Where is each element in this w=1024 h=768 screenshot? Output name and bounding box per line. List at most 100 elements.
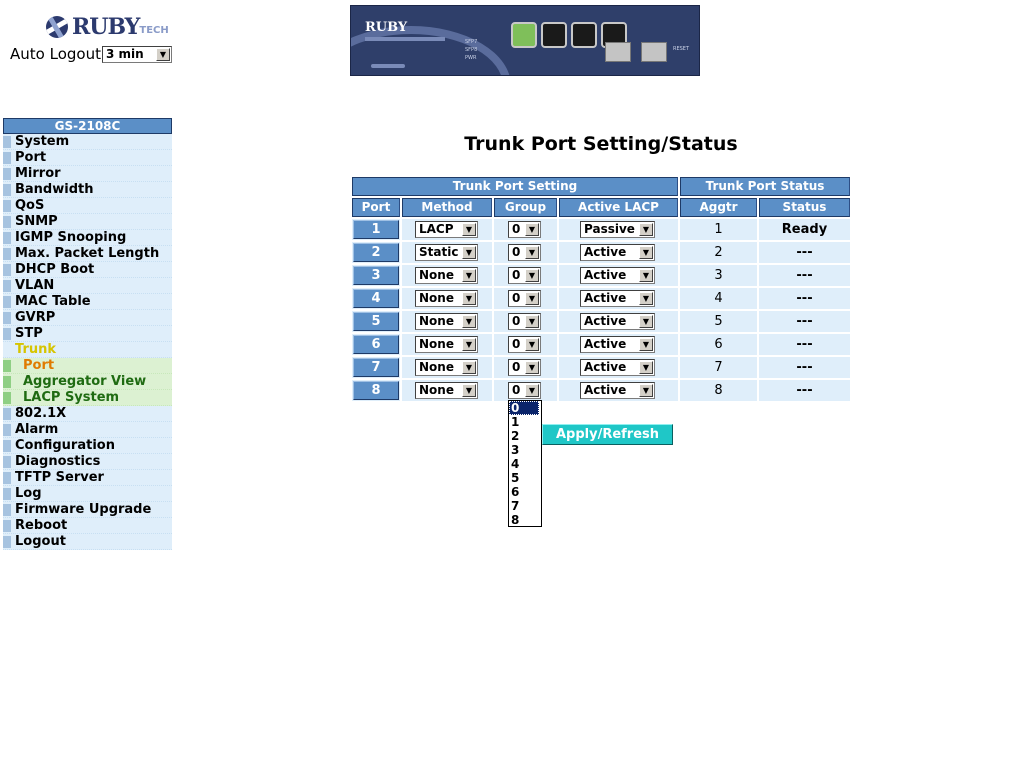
active-lacp-select[interactable]: Active ▼ xyxy=(580,382,655,399)
port-number-button[interactable]: 6 xyxy=(353,335,399,354)
port-number-button[interactable]: 5 xyxy=(353,312,399,331)
dropdown-option[interactable]: 0 xyxy=(509,401,539,415)
group-select[interactable]: 0 ▼ xyxy=(508,382,541,399)
group-select[interactable]: 0 ▼ xyxy=(508,313,541,330)
chevron-down-icon[interactable]: ▼ xyxy=(525,223,539,236)
group-select[interactable]: 0 ▼ xyxy=(508,359,541,376)
sidebar-item-mac-table[interactable]: MAC Table xyxy=(3,294,172,310)
method-select[interactable]: None ▼ xyxy=(415,336,478,353)
sidebar-item-max-packet-length[interactable]: Max. Packet Length xyxy=(3,246,172,262)
dropdown-option[interactable]: 5 xyxy=(509,471,541,485)
method-select[interactable]: None ▼ xyxy=(415,359,478,376)
chevron-down-icon[interactable]: ▼ xyxy=(525,246,539,259)
dropdown-option[interactable]: 1 xyxy=(509,415,541,429)
sidebar-item-bandwidth[interactable]: Bandwidth xyxy=(3,182,172,198)
active-lacp-select[interactable]: Active ▼ xyxy=(580,313,655,330)
chevron-down-icon[interactable]: ▼ xyxy=(462,315,476,328)
method-select[interactable]: LACP ▼ xyxy=(415,221,478,238)
group-select[interactable]: 0 ▼ xyxy=(508,336,541,353)
chevron-down-icon[interactable]: ▼ xyxy=(462,246,476,259)
group-select[interactable]: 0 ▼ xyxy=(508,244,541,261)
active-lacp-select[interactable]: Active ▼ xyxy=(580,290,655,307)
chevron-down-icon[interactable]: ▼ xyxy=(639,246,653,259)
chevron-down-icon[interactable]: ▼ xyxy=(155,47,170,61)
chevron-down-icon[interactable]: ▼ xyxy=(462,361,476,374)
active-lacp-select[interactable]: Active ▼ xyxy=(580,359,655,376)
sidebar-item-stp[interactable]: STP xyxy=(3,326,172,342)
chevron-down-icon[interactable]: ▼ xyxy=(462,269,476,282)
sidebar-item-snmp[interactable]: SNMP xyxy=(3,214,172,230)
group-select[interactable]: 0 ▼ xyxy=(508,221,541,238)
auto-logout-select[interactable]: 3 min ▼ xyxy=(101,45,172,63)
chevron-down-icon[interactable]: ▼ xyxy=(462,384,476,397)
sidebar-item-firmware-upgrade[interactable]: Firmware Upgrade xyxy=(3,502,172,518)
port-number-button[interactable]: 7 xyxy=(353,358,399,377)
sidebar-sub-lacp-system-priority[interactable]: LACP System Priority xyxy=(3,390,172,421)
chevron-down-icon[interactable]: ▼ xyxy=(639,292,653,305)
sidebar-item-trunk[interactable]: Trunk xyxy=(3,342,172,358)
port-number-button[interactable]: 1 xyxy=(353,220,399,239)
sidebar-item-configuration[interactable]: Configuration xyxy=(3,438,172,454)
dropdown-option[interactable]: 6 xyxy=(509,485,541,499)
sidebar-item-reboot[interactable]: Reboot xyxy=(3,518,172,534)
sidebar-item-8021x[interactable]: 802.1X xyxy=(3,406,172,422)
sidebar-item-gvrp[interactable]: GVRP xyxy=(3,310,172,326)
group-select[interactable]: 0 ▼ xyxy=(508,267,541,284)
method-select[interactable]: None ▼ xyxy=(415,290,478,307)
dropdown-option[interactable]: 8 xyxy=(509,513,541,527)
sidebar-item-alarm[interactable]: Alarm xyxy=(3,422,172,438)
port-number-button[interactable]: 2 xyxy=(353,243,399,262)
sidebar-item-log[interactable]: Log xyxy=(3,486,172,502)
group-dropdown-list[interactable]: 012345678 xyxy=(508,400,542,527)
panel-sfp-7[interactable] xyxy=(605,42,631,62)
chevron-down-icon[interactable]: ▼ xyxy=(639,315,653,328)
chevron-down-icon[interactable]: ▼ xyxy=(462,292,476,305)
apply-refresh-button[interactable]: Apply/Refresh xyxy=(542,424,673,445)
chevron-down-icon[interactable]: ▼ xyxy=(525,292,539,305)
active-lacp-select[interactable]: Passive ▼ xyxy=(580,221,655,238)
method-select[interactable]: None ▼ xyxy=(415,267,478,284)
chevron-down-icon[interactable]: ▼ xyxy=(462,223,476,236)
port-number-button[interactable]: 3 xyxy=(353,266,399,285)
chevron-down-icon[interactable]: ▼ xyxy=(525,315,539,328)
chevron-down-icon[interactable]: ▼ xyxy=(525,338,539,351)
chevron-down-icon[interactable]: ▼ xyxy=(462,338,476,351)
sidebar-item-qos[interactable]: QoS xyxy=(3,198,172,214)
chevron-down-icon[interactable]: ▼ xyxy=(639,338,653,351)
chevron-down-icon[interactable]: ▼ xyxy=(525,269,539,282)
sidebar-sub-port[interactable]: Port xyxy=(3,358,172,374)
sidebar-item-tftp-server[interactable]: TFTP Server xyxy=(3,470,172,486)
method-select[interactable]: None ▼ xyxy=(415,382,478,399)
panel-sfp-8[interactable] xyxy=(641,42,667,62)
group-select[interactable]: 0 ▼ xyxy=(508,290,541,307)
port-number-button[interactable]: 4 xyxy=(353,289,399,308)
sidebar-sub-aggregator-view[interactable]: Aggregator View xyxy=(3,374,172,390)
sidebar-item-dhcp-boot[interactable]: DHCP Boot xyxy=(3,262,172,278)
method-select[interactable]: None ▼ xyxy=(415,313,478,330)
active-lacp-select[interactable]: Active ▼ xyxy=(580,267,655,284)
sidebar-item-logout[interactable]: Logout xyxy=(3,534,172,550)
chevron-down-icon[interactable]: ▼ xyxy=(639,384,653,397)
method-select[interactable]: Static ▼ xyxy=(415,244,478,261)
sidebar-item-diagnostics[interactable]: Diagnostics xyxy=(3,454,172,470)
port-number-button[interactable]: 8 xyxy=(353,381,399,400)
chevron-down-icon[interactable]: ▼ xyxy=(639,361,653,374)
chevron-down-icon[interactable]: ▼ xyxy=(525,384,539,397)
dropdown-option[interactable]: 4 xyxy=(509,457,541,471)
sidebar-item-system[interactable]: System xyxy=(3,134,172,150)
panel-port-2[interactable] xyxy=(541,22,567,48)
chevron-down-icon[interactable]: ▼ xyxy=(525,361,539,374)
chevron-down-icon[interactable]: ▼ xyxy=(639,223,653,236)
active-lacp-select[interactable]: Active ▼ xyxy=(580,244,655,261)
dropdown-option[interactable]: 2 xyxy=(509,429,541,443)
chevron-down-icon[interactable]: ▼ xyxy=(639,269,653,282)
dropdown-option[interactable]: 3 xyxy=(509,443,541,457)
sidebar-item-mirror[interactable]: Mirror xyxy=(3,166,172,182)
dropdown-option[interactable]: 7 xyxy=(509,499,541,513)
active-lacp-select[interactable]: Active ▼ xyxy=(580,336,655,353)
sidebar-item-vlan[interactable]: VLAN xyxy=(3,278,172,294)
panel-port-1[interactable] xyxy=(511,22,537,48)
sidebar-item-port[interactable]: Port xyxy=(3,150,172,166)
sidebar-item-igmp-snooping[interactable]: IGMP Snooping xyxy=(3,230,172,246)
panel-port-3[interactable] xyxy=(571,22,597,48)
